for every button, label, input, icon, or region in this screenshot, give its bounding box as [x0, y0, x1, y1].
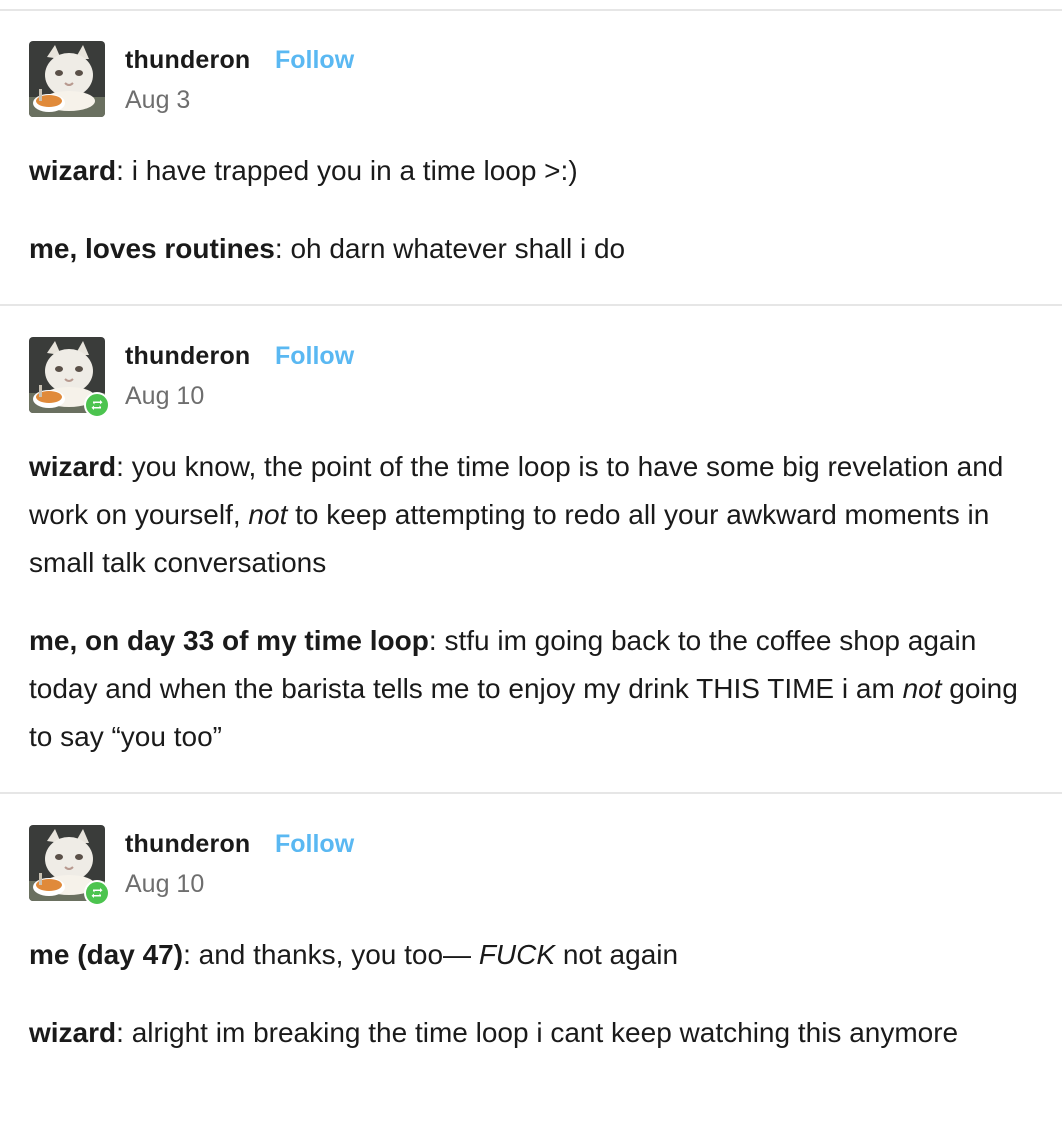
line-text: not again [555, 939, 679, 970]
separator: : [116, 155, 132, 186]
post-header: thunderon Follow Aug 10 [29, 337, 629, 418]
line-text: and thanks, you too— [198, 939, 479, 970]
post-header: thunderon Follow Aug 10 [29, 825, 629, 906]
post-date[interactable]: Aug 10 [125, 870, 204, 899]
follow-button[interactable]: Follow [275, 342, 354, 371]
reblog-icon [84, 392, 110, 418]
separator: : [428, 625, 445, 656]
emphasis-text: not [248, 499, 288, 530]
speaker: wizard [29, 155, 117, 186]
separator: : [274, 233, 291, 264]
username[interactable]: thunderon [125, 342, 250, 371]
follow-button[interactable]: Follow [275, 830, 354, 859]
speaker: me (day 47) [29, 939, 184, 970]
post-body: wizard: i have trapped you in a time loo… [29, 147, 1019, 273]
post-date[interactable]: Aug 10 [125, 382, 204, 411]
separator: : [116, 451, 132, 482]
avatar[interactable] [29, 337, 110, 418]
post-date[interactable]: Aug 3 [125, 86, 190, 115]
speaker: wizard [29, 451, 117, 482]
dialogue-line: me (day 47): and thanks, you too— FUCK n… [29, 931, 1019, 979]
separator: : [183, 939, 199, 970]
speaker: me, loves routines [29, 233, 275, 264]
follow-button[interactable]: Follow [275, 46, 354, 75]
dialogue-line: me, on day 33 of my time loop: stfu im g… [29, 617, 1019, 761]
separator: : [116, 1017, 132, 1048]
dialogue-line: wizard: you know, the point of the time … [29, 443, 1019, 587]
divider-1 [0, 304, 1062, 306]
speaker: wizard [29, 1017, 117, 1048]
line-text: i have trapped you in a time loop >:) [131, 155, 578, 186]
reblog-icon [84, 880, 110, 906]
line-text: alright im breaking the time loop i cant… [131, 1017, 959, 1048]
post-body: wizard: you know, the point of the time … [29, 443, 1019, 761]
dialogue-line: me, loves routines: oh darn whatever sha… [29, 225, 1019, 273]
dialogue-line: wizard: alright im breaking the time loo… [29, 1009, 1019, 1057]
post-body: me (day 47): and thanks, you too— FUCK n… [29, 931, 1019, 1057]
emphasis-text: FUCK [478, 939, 556, 970]
cat-with-soup-avatar-icon [29, 41, 105, 117]
divider-2 [0, 792, 1062, 794]
reblog-thread: thunderon Follow Aug 3 wizard: i have tr… [0, 0, 1062, 1130]
dialogue-line: wizard: i have trapped you in a time loo… [29, 147, 1019, 195]
avatar[interactable] [29, 825, 110, 906]
username[interactable]: thunderon [125, 830, 250, 859]
emphasis-text: not [902, 673, 942, 704]
avatar[interactable] [29, 41, 105, 117]
speaker: me, on day 33 of my time loop [29, 625, 429, 656]
username[interactable]: thunderon [125, 46, 250, 75]
post-header: thunderon Follow Aug 3 [29, 41, 629, 117]
line-text: oh darn whatever shall i do [290, 233, 626, 264]
divider-top [0, 9, 1062, 11]
